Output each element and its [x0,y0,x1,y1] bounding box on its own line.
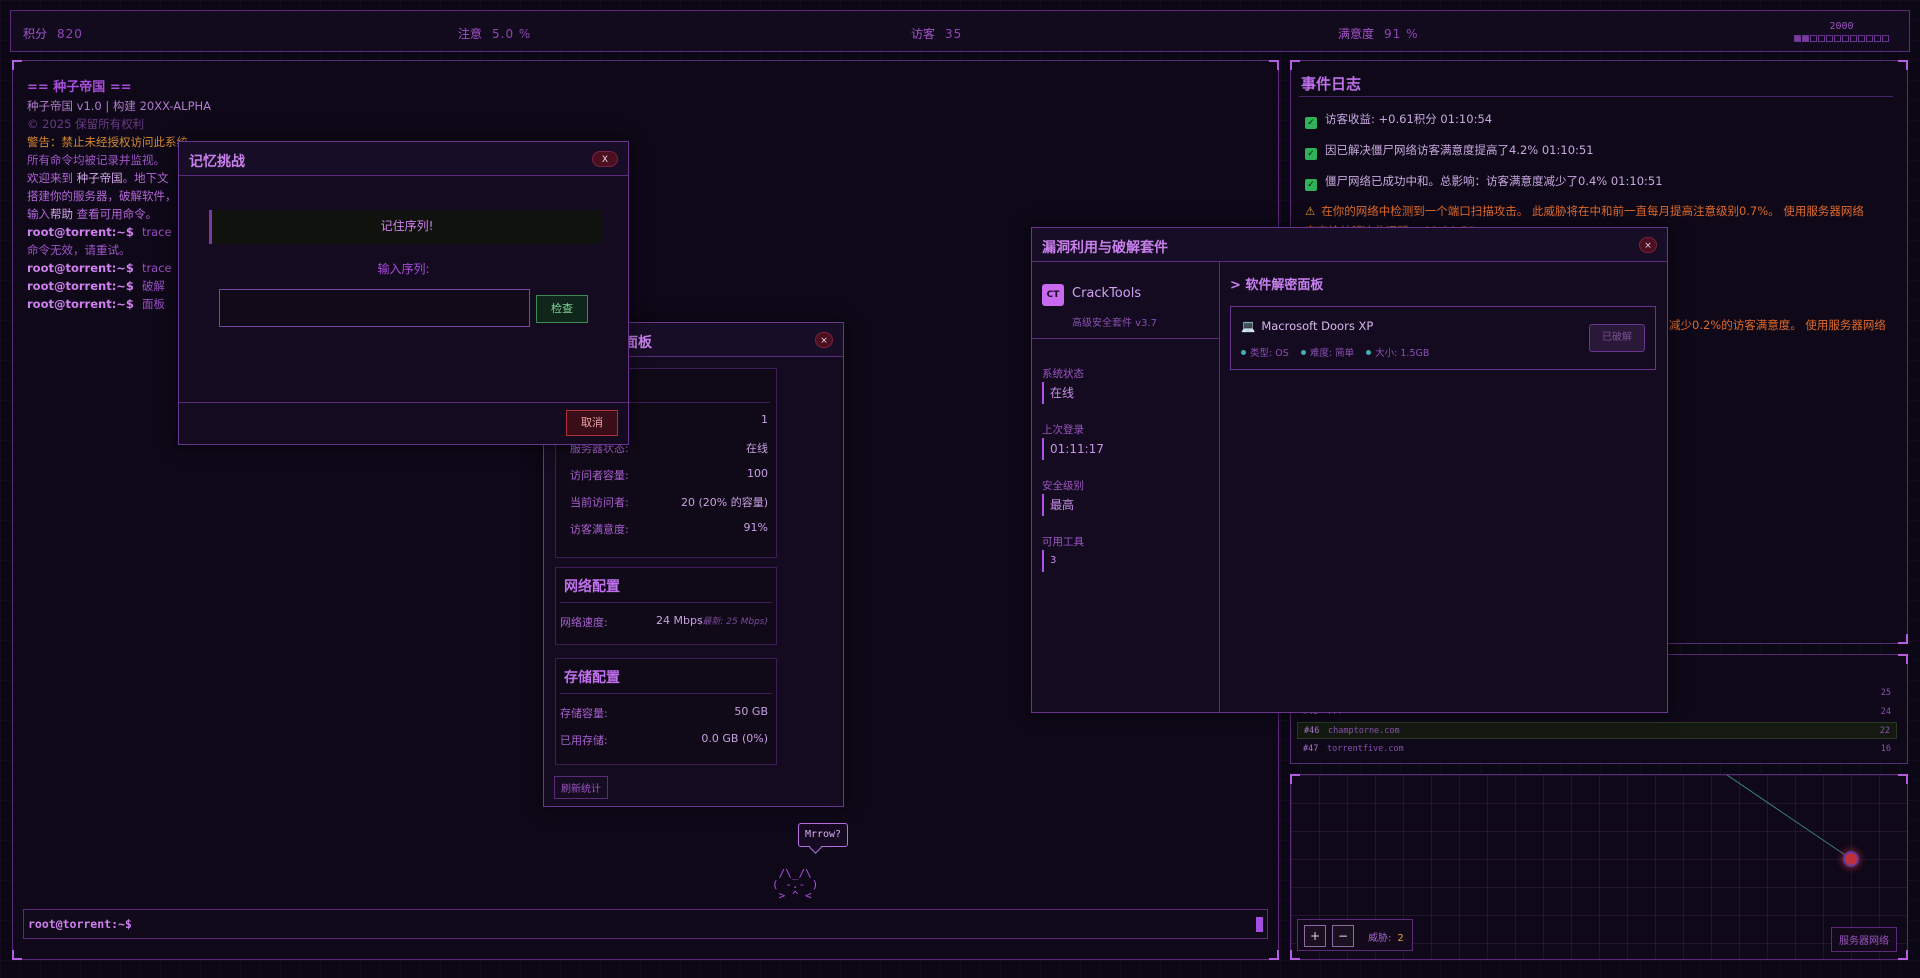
stat-attention-value: 5.0 % [492,27,532,41]
year-progress-square [1818,35,1825,42]
stat-visitors: 访客 35 [911,25,962,42]
event-item-0: ✓ 访客收益: +0.61积分 01:10:54 [1305,111,1893,129]
year-progress-square [1826,35,1833,42]
system-status-label: 系统状态 [1042,368,1084,380]
memory-dialog-close-button[interactable]: X [592,151,618,167]
network-config-section: 网络配置 网络速度: 24 Mbps (最新: 25 Mbps) [555,567,777,645]
stat-points-value: 820 [57,27,83,41]
cat-mascot[interactable]: /\_/\ ( -.- ) > ^ < [772,868,818,901]
storage-used-row: 已用存储: 0.0 GB (0%) [560,732,768,747]
memory-dialog-header[interactable]: 记忆挑战 X [179,142,628,176]
cracktools-version: 高级安全套件 v3.7 [1072,318,1157,329]
stat-satisfaction-label: 满意度 [1338,27,1375,41]
exploit-window-header[interactable]: 漏洞利用与破解套件 × [1032,228,1667,262]
check-icon: ✓ [1305,148,1317,160]
threat-counter: 威胁: 2 [1368,933,1404,944]
memory-cancel-button[interactable]: 取消 [566,410,618,436]
stat-attention-label: 注意 [458,27,483,41]
laptop-icon: 💻 [1241,319,1256,333]
security-level-label: 安全级别 [1042,480,1084,492]
stat-satisfaction-value: 91 % [1384,27,1419,41]
stat-satisfaction: 满意度 91 % [1338,25,1419,42]
stat-points-label: 积分 [23,27,48,41]
cat-speech-bubble: Mrrow? [798,823,848,847]
exploit-window-title: 漏洞利用与破解套件 [1042,240,1168,256]
storage-capacity-row: 存储容量: 50 GB [560,705,768,720]
cracktools-logo-icon: CT [1042,284,1064,306]
storage-config-title: 存储配置 [560,659,772,694]
server-network-button[interactable]: 服务器网络 [1831,927,1897,952]
software-card[interactable]: 💻 Macrosoft Doors XP 类型: OS 难度: 简单 大小: 1.… [1230,306,1656,370]
network-config-title: 网络配置 [560,568,772,603]
memory-dialog-footer [179,402,628,403]
refresh-stats-button[interactable]: 刷新统计 [554,776,608,799]
security-level-value: 最高 [1042,494,1074,516]
memory-input-label: 输入序列: [377,262,430,276]
stat-visitors-value: 35 [945,27,963,41]
stat-points: 积分 820 [23,25,83,42]
ranking-row-2[interactable]: #46 champtorne.com 22 [1297,722,1897,739]
year-progress-square [1802,35,1809,42]
last-login-value: 01:11:17 [1042,438,1104,460]
zoom-controls: + − 威胁: 2 [1297,919,1413,951]
last-login-label: 上次登录 [1042,424,1084,436]
year-progress-square [1810,35,1817,42]
terminal-copyright: © 2025 保留所有权利 [27,117,145,131]
memory-challenge-dialog: 记忆挑战 X 记住序列! 输入序列: 检查 取消 [178,141,629,445]
software-crack-panel-title: > 软件解密面板 [1230,278,1324,293]
memory-sequence-display: 记住序列! [209,210,602,244]
memory-sequence-input[interactable] [219,289,530,327]
event-item-1: ✓ 因已解决僵尸网络访客满意度提高了4.2% 01:10:51 [1305,142,1893,160]
event-log-title: 事件日志 [1301,75,1362,93]
exploit-window-close-button[interactable]: × [1639,237,1657,253]
software-meta: 类型: OS 难度: 简单 大小: 1.5GB [1241,345,1429,359]
available-tools-value: 3 [1042,550,1056,572]
system-status-value: 在线 [1042,382,1074,404]
server-row-capacity: 访问者容量: 100 [570,467,768,482]
year-progress-square [1794,35,1801,42]
top-status-bar: 积分 820 注意 5.0 % 访客 35 满意度 91 % 2000 [10,10,1910,52]
terminal-cursor [1256,917,1263,932]
zoom-in-button[interactable]: + [1304,925,1326,947]
memory-check-button[interactable]: 检查 [536,295,588,323]
cracked-button[interactable]: 已破解 [1589,324,1645,352]
event-warning-1: 减少0.2%的访客满意度。 使用服务器网络 [1669,318,1886,332]
memory-dialog-title: 记忆挑战 [189,154,245,170]
network-map[interactable]: + − 威胁: 2 服务器网络 [1290,774,1908,960]
stat-visitors-label: 访客 [911,27,936,41]
storage-config-section: 存储配置 存储容量: 50 GB 已用存储: 0.0 GB (0%) [555,658,777,765]
year-progress-square [1866,35,1873,42]
year-label: 2000 [1829,21,1854,32]
software-name: 💻 Macrosoft Doors XP [1241,319,1374,333]
year-progress-square [1874,35,1881,42]
year-progress-square [1858,35,1865,42]
network-speed-row: 网络速度: 24 Mbps (最新: 25 Mbps) [560,614,768,629]
terminal-command-input[interactable]: root@torrent:~$ [23,909,1268,939]
stat-attention: 注意 5.0 % [458,25,531,42]
check-icon: ✓ [1305,117,1317,129]
year-progress-square [1850,35,1857,42]
server-row-current-visitors: 当前访问者: 20 (20% 的容量) [570,496,768,509]
terminal-title: == 种子帝国 == [27,80,132,95]
available-tools-label: 可用工具 [1042,536,1084,548]
server-panel-close-button[interactable]: × [815,332,833,348]
check-icon: ✓ [1305,179,1317,191]
year-progress-square [1842,35,1849,42]
warning-icon: ⚠ [1305,204,1316,218]
terminal-version: 种子帝国 v1.0 | 构建 20XX-ALPHA [27,99,212,113]
event-item-2: ✓ 僵尸网络已成功中和。总影响：访客满意度减少了0.4% 01:10:51 [1305,173,1893,191]
threat-node[interactable] [1843,851,1859,867]
cracktools-name: CrackTools [1072,286,1142,301]
year-progress: 2000 [1794,21,1889,42]
exploit-sidebar: CT CrackTools 高级安全套件 v3.7 系统状态 在线 上次登录 0… [1032,262,1220,712]
year-progress-squares [1794,35,1889,42]
exploit-suite-window: 漏洞利用与破解套件 × CT CrackTools 高级安全套件 v3.7 系统… [1031,227,1668,713]
event-warning-0: ⚠ 在你的网络中检测到一个端口扫描攻击。 此威胁将在中和前一直每月提高注意级别0.… [1305,204,1864,218]
zoom-out-button[interactable]: − [1332,925,1354,947]
server-row-satisfaction: 访客满意度: 91% [570,521,768,536]
ranking-row-3[interactable]: #47 torrentfive.com 16 [1297,741,1897,758]
terminal-input-prompt: root@torrent:~$ [28,917,132,931]
year-progress-square [1834,35,1841,42]
year-progress-square [1882,35,1889,42]
